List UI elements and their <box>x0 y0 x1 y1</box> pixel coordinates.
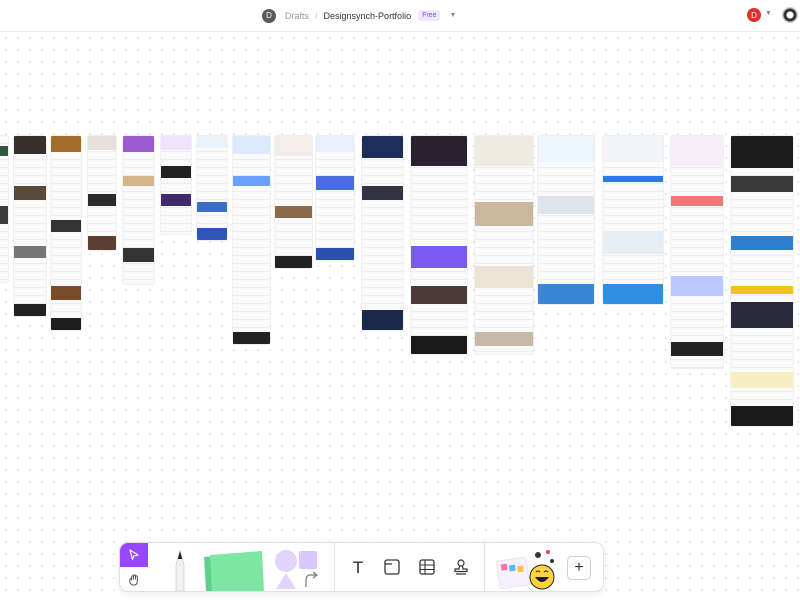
design-frame-7[interactable] <box>197 136 227 240</box>
hand-tool[interactable] <box>120 567 148 591</box>
stickers-emoji-icon <box>496 550 555 590</box>
breadcrumb: D Drafts / Designsynch-Portfolio Free ▼ <box>262 0 456 31</box>
file-avatar[interactable]: D <box>262 8 276 23</box>
design-frame-3[interactable] <box>51 136 81 330</box>
camera-aperture-icon[interactable] <box>782 7 798 23</box>
design-frame-9[interactable] <box>275 136 312 268</box>
design-frame-8[interactable] <box>233 136 270 344</box>
shapes-icon <box>275 550 318 589</box>
section-tool[interactable] <box>379 554 405 580</box>
file-name[interactable]: Designsynch-Portfolio <box>324 11 412 21</box>
breadcrumb-drafts[interactable]: Drafts <box>285 11 309 21</box>
toolbar-divider <box>334 543 335 591</box>
bottom-toolbar: T + <box>119 542 604 592</box>
design-frame-5[interactable] <box>123 136 154 284</box>
table-tool[interactable] <box>414 554 440 580</box>
design-frame-14[interactable] <box>538 136 594 304</box>
text-icon: T <box>353 557 363 577</box>
sticky-note-tool[interactable] <box>200 543 266 591</box>
sticky-note-icon <box>204 551 264 591</box>
design-frame-15[interactable] <box>603 136 663 304</box>
file-menu-chevron-down-icon[interactable]: ▼ <box>449 12 456 19</box>
design-frame-13[interactable] <box>475 136 533 354</box>
toolbar-divider <box>484 543 485 591</box>
move-tool[interactable] <box>120 543 148 567</box>
user-avatar[interactable]: D <box>747 8 761 22</box>
design-frame-16[interactable] <box>671 136 723 368</box>
design-frame-11[interactable] <box>362 136 403 330</box>
plus-icon: + <box>574 559 584 576</box>
design-frame-4[interactable] <box>88 136 116 250</box>
pen-icon <box>175 549 185 591</box>
stickers-tool[interactable] <box>494 543 564 591</box>
design-frame-2[interactable] <box>14 136 46 316</box>
design-frame-10[interactable] <box>316 136 354 260</box>
stamp-tool[interactable] <box>448 554 474 580</box>
design-frame-17[interactable] <box>731 136 793 426</box>
top-bar: D Drafts / Designsynch-Portfolio Free ▼ … <box>0 0 800 32</box>
table-icon <box>419 559 435 575</box>
shapes-tool[interactable] <box>270 543 324 591</box>
design-frame-12[interactable] <box>411 136 467 354</box>
pen-tool[interactable] <box>164 543 196 591</box>
stamp-icon <box>454 559 468 575</box>
plan-badge[interactable]: Free <box>418 10 441 21</box>
whiteboard-canvas[interactable] <box>0 32 800 600</box>
section-frame-icon <box>384 559 400 575</box>
hand-icon <box>128 573 138 586</box>
cursor-arrow-icon <box>129 549 139 561</box>
user-menu-chevron-down-icon[interactable]: ▼ <box>765 10 772 17</box>
design-frame-1[interactable] <box>0 136 8 282</box>
breadcrumb-separator: / <box>315 10 318 21</box>
design-frame-6[interactable] <box>161 136 191 234</box>
text-tool[interactable]: T <box>344 554 372 580</box>
more-tools-button[interactable]: + <box>567 556 591 580</box>
